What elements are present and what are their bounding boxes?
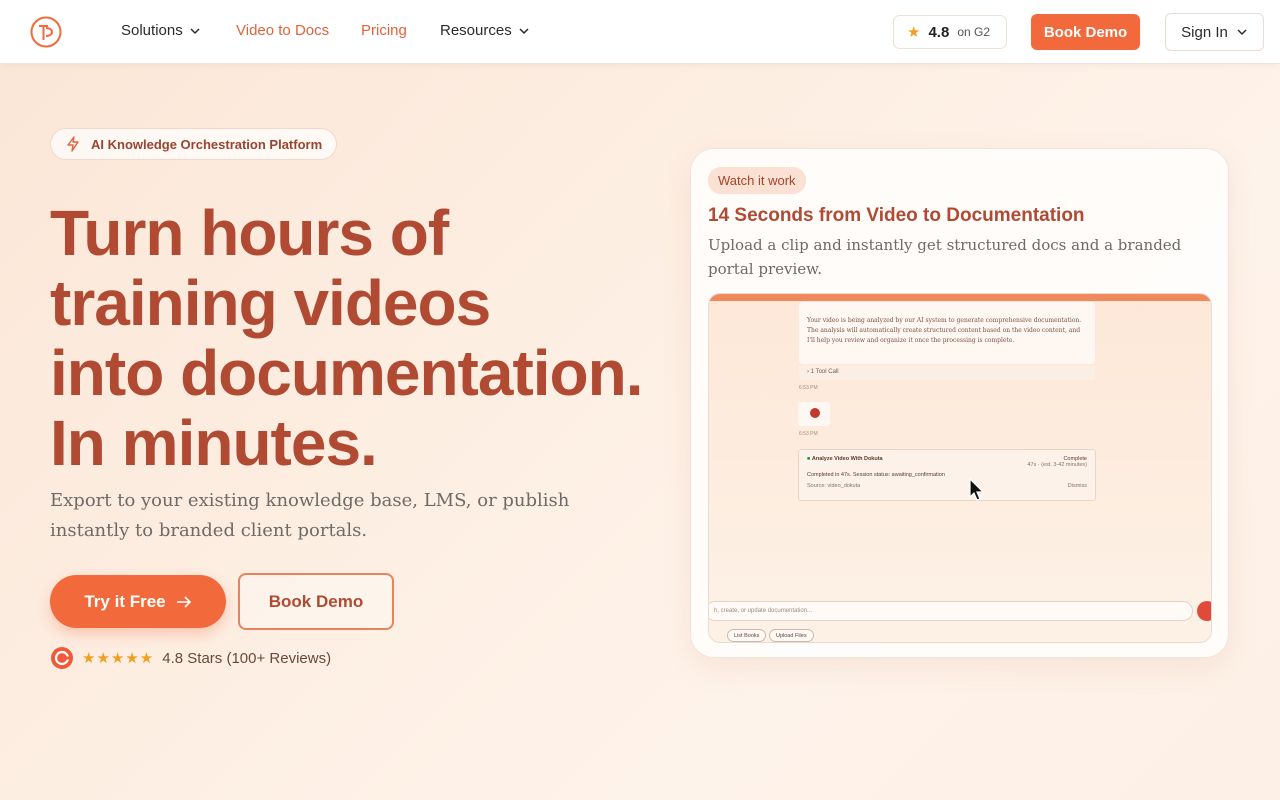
- book-demo-hero-button[interactable]: Book Demo: [238, 573, 394, 630]
- lightning-icon: [67, 136, 79, 152]
- arrow-right-icon: [176, 595, 191, 608]
- chevron-down-icon: [190, 27, 200, 34]
- try-free-button[interactable]: Try it Free: [50, 575, 226, 628]
- timestamp: 6:53 PM: [799, 385, 818, 391]
- card-title: 14 Seconds from Video to Documentation: [708, 205, 1085, 226]
- hero-subtitle: Export to your existing knowledge base, …: [50, 490, 570, 541]
- list-books-chip[interactable]: List Books: [727, 629, 767, 642]
- chat-input[interactable]: h, create, or update documentation...: [709, 601, 1193, 621]
- nav-solutions[interactable]: Solutions: [121, 22, 201, 39]
- chevron-down-icon: [519, 27, 529, 34]
- platform-badge: AI Knowledge Orchestration Platform: [50, 128, 338, 160]
- chevron-down-icon: [1237, 29, 1247, 36]
- preview-topbar: [709, 294, 1211, 301]
- send-button[interactable]: [1197, 601, 1211, 621]
- book-demo-button[interactable]: Book Demo: [1031, 14, 1140, 50]
- avatar-icon: [810, 408, 820, 418]
- star-icon: ★: [907, 24, 921, 41]
- ai-message: Your video is being analyzed by our AI s…: [799, 302, 1095, 364]
- logo-icon[interactable]: [30, 16, 62, 48]
- g2-rating-badge[interactable]: ★ 4.8 on G2: [893, 15, 1007, 49]
- video-preview[interactable]: Your video is being analyzed by our AI s…: [708, 293, 1212, 643]
- nav-pricing[interactable]: Pricing: [361, 22, 407, 39]
- hero-heading: Turn hours of training videos into docum…: [50, 197, 644, 479]
- card-description: Upload a clip and instantly get structur…: [708, 236, 1182, 278]
- sign-in-button[interactable]: Sign In: [1165, 13, 1264, 51]
- g2-logo-icon: [51, 647, 73, 669]
- mouse-cursor-icon: [969, 478, 985, 501]
- watch-tag: Watch it work: [708, 167, 806, 194]
- dismiss-link[interactable]: Dismiss: [1068, 483, 1087, 489]
- upload-files-chip[interactable]: Upload Files: [769, 629, 814, 642]
- tool-call-row[interactable]: › 1 Tool Call: [799, 366, 1095, 380]
- analyze-task-card: ■ Analyze Video With Dokuta Complete 47s…: [798, 449, 1096, 501]
- avatar: [798, 402, 830, 426]
- nav-resources[interactable]: Resources: [440, 22, 530, 39]
- top-navbar: Solutions Video to Docs Pricing Resource…: [0, 0, 1280, 64]
- check-icon: ■: [807, 456, 811, 462]
- nav-video-to-docs[interactable]: Video to Docs: [236, 22, 329, 39]
- demo-card: Watch it work 14 Seconds from Video to D…: [690, 148, 1229, 658]
- timestamp: 6:53 PM: [799, 431, 818, 437]
- reviews-summary: ★★★★★ 4.8 Stars (100+ Reviews): [50, 646, 331, 670]
- rating-stars: ★★★★★: [82, 650, 155, 667]
